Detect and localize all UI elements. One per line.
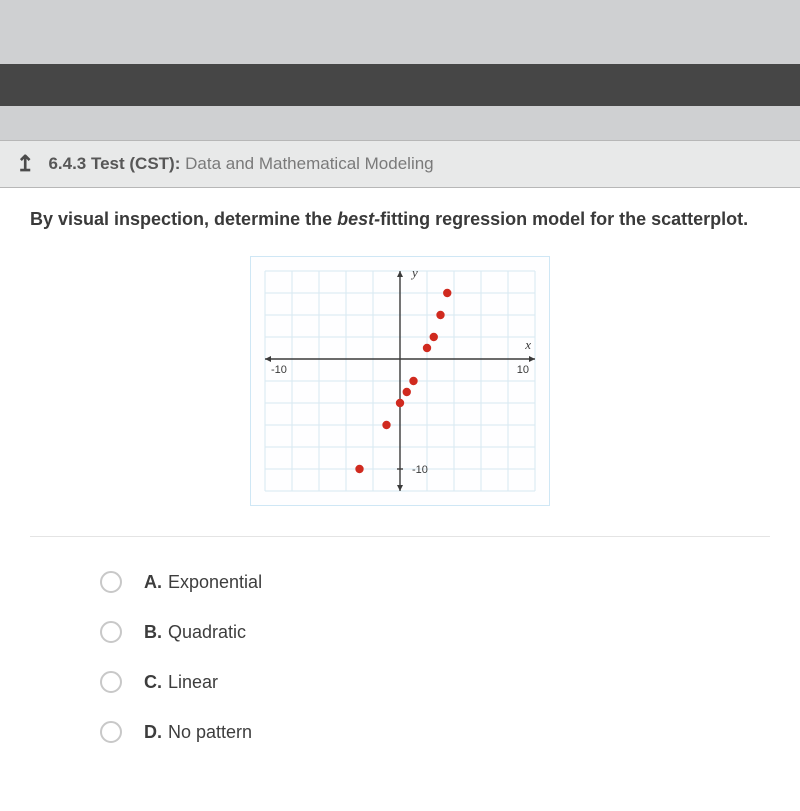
answer-label: C. Linear (144, 672, 218, 693)
radio-icon[interactable] (100, 721, 122, 743)
question-prefix: By visual inspection, determine the (30, 209, 337, 229)
svg-text:-10: -10 (412, 464, 428, 476)
answer-letter: A. (144, 572, 162, 592)
question-panel: By visual inspection, determine the best… (0, 188, 800, 811)
radio-icon[interactable] (100, 621, 122, 643)
answer-body: Exponential (168, 572, 262, 592)
window-top-gap (0, 0, 800, 64)
back-up-icon[interactable]: ↥ (16, 151, 34, 177)
test-title: 6.4.3 Test (CST): Data and Mathematical … (48, 154, 433, 174)
question-text: By visual inspection, determine the best… (30, 206, 770, 232)
radio-icon[interactable] (100, 671, 122, 693)
answer-letter: B. (144, 622, 162, 642)
scatterplot-container: -10 10 -10 y x (30, 256, 770, 506)
test-title-rest: Data and Mathematical Modeling (185, 154, 434, 173)
browser-toolbar (0, 64, 800, 106)
answer-option-a[interactable]: A. Exponential (100, 571, 770, 593)
answer-option-d[interactable]: D. No pattern (100, 721, 770, 743)
scatterplot: -10 10 -10 y x (255, 261, 545, 501)
answer-body: No pattern (168, 722, 252, 742)
test-header: ↥ 6.4.3 Test (CST): Data and Mathematica… (0, 140, 800, 188)
scatterplot-svg: -10 10 -10 y x (255, 261, 545, 501)
window-mid-gap (0, 106, 800, 140)
answer-option-c[interactable]: C. Linear (100, 671, 770, 693)
svg-text:x: x (524, 337, 531, 352)
test-title-bold: 6.4.3 Test (CST): (48, 154, 180, 173)
answer-body: Quadratic (168, 622, 246, 642)
answer-label: B. Quadratic (144, 622, 246, 643)
svg-text:y: y (410, 265, 418, 280)
answer-letter: C. (144, 672, 162, 692)
answer-label: D. No pattern (144, 722, 252, 743)
question-emph: best- (337, 209, 380, 229)
answer-body: Linear (168, 672, 218, 692)
answer-list: A. Exponential B. Quadratic C. Linear D. No … (30, 536, 770, 743)
scatterplot-frame: -10 10 -10 y x (250, 256, 550, 506)
answer-option-b[interactable]: B. Quadratic (100, 621, 770, 643)
answer-letter: D. (144, 722, 162, 742)
radio-icon[interactable] (100, 571, 122, 593)
svg-text:10: 10 (517, 364, 529, 376)
question-suffix: fitting regression model for the scatter… (380, 209, 748, 229)
svg-text:-10: -10 (271, 364, 287, 376)
answer-label: A. Exponential (144, 572, 262, 593)
